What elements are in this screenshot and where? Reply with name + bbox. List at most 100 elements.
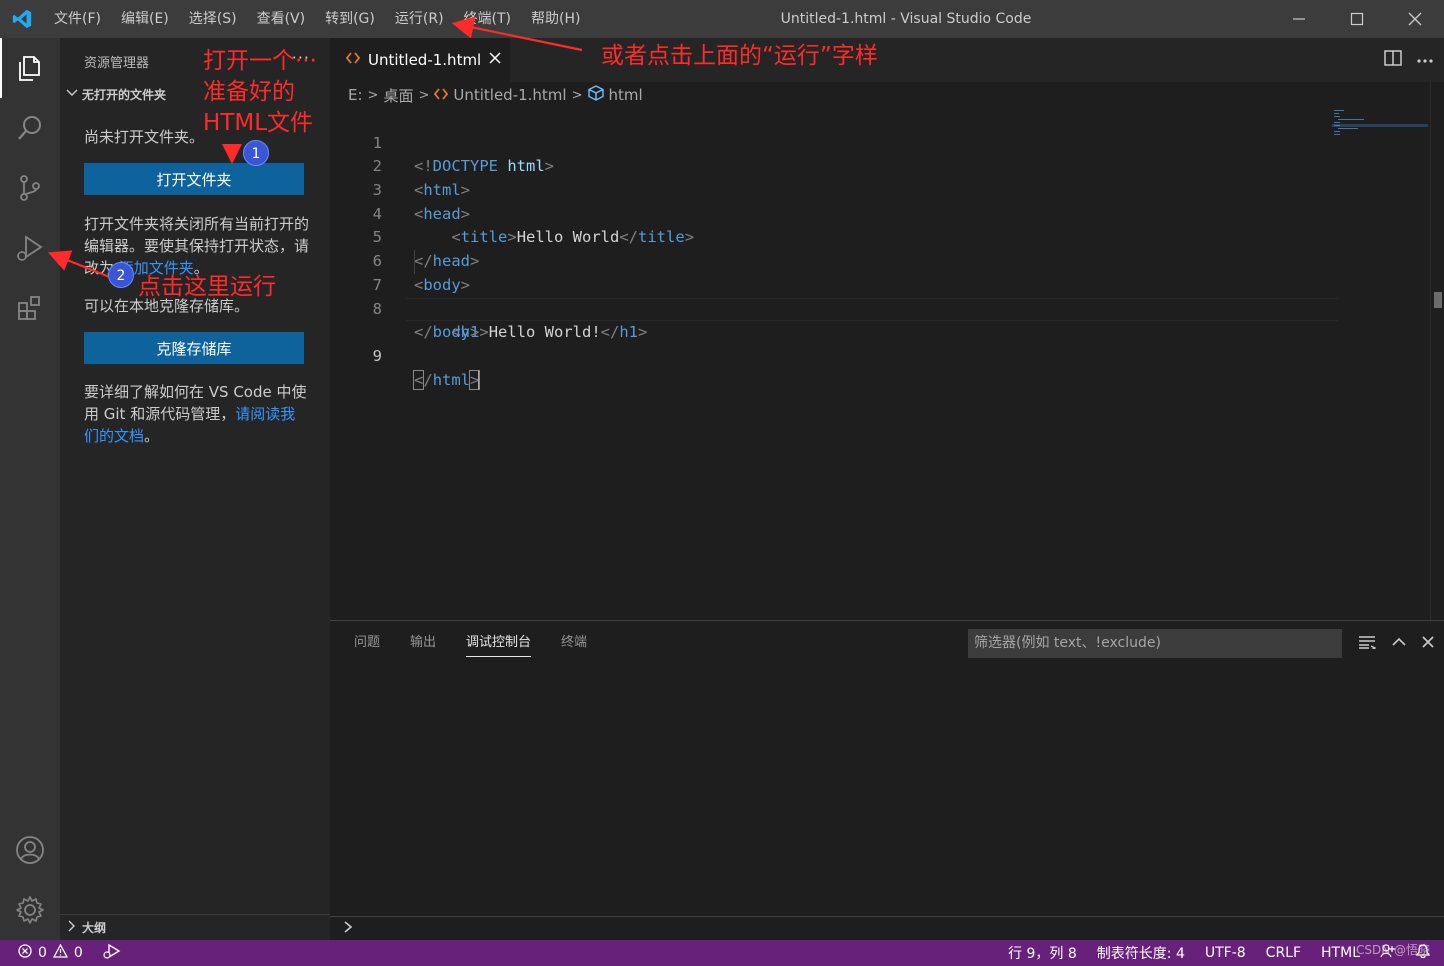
code-line: 1 <!DOCTYPE html> bbox=[330, 108, 1330, 176]
tab-output[interactable]: 输出 bbox=[410, 621, 436, 665]
editor-actions bbox=[1384, 38, 1434, 82]
bottom-panel: 问题 输出 调试控制台 终端 筛选器(例如 text、!exclude) bbox=[330, 620, 1444, 940]
menu-file[interactable]: 文件(F) bbox=[44, 0, 111, 38]
breadcrumb-folder[interactable]: 桌面 bbox=[383, 85, 413, 106]
tab-terminal[interactable]: 终端 bbox=[561, 621, 587, 665]
minimap[interactable] bbox=[1332, 108, 1428, 148]
text-cursor bbox=[478, 370, 481, 391]
outline-section-header[interactable]: 大纲 bbox=[60, 914, 330, 940]
menu-selection[interactable]: 选择(S) bbox=[179, 0, 247, 38]
code-line: 3 <head> bbox=[330, 155, 1330, 223]
menu-bar: 文件(F) 编辑(E) 选择(S) 查看(V) 转到(G) 运行(R) 终端(T… bbox=[44, 0, 590, 38]
menu-help[interactable]: 帮助(H) bbox=[521, 0, 590, 38]
annotation-open-line-3: HTML文件 bbox=[203, 110, 314, 136]
panel-actions bbox=[1358, 629, 1434, 658]
close-tab-icon[interactable] bbox=[489, 52, 501, 68]
scrollbar-thumb[interactable] bbox=[1434, 292, 1442, 308]
launch-debug-icon[interactable] bbox=[103, 943, 121, 963]
editor-scrollbar[interactable] bbox=[1430, 82, 1444, 620]
chevron-right-icon bbox=[342, 920, 354, 938]
warning-icon bbox=[52, 943, 69, 962]
split-editor-icon[interactable] bbox=[1384, 50, 1402, 70]
sidebar-title: 资源管理器 bbox=[84, 56, 150, 71]
account-icon[interactable] bbox=[0, 820, 60, 880]
chevron-right-icon bbox=[66, 920, 78, 935]
cursor-position[interactable]: 行 9，列 8 bbox=[1008, 943, 1077, 963]
panel-tabs: 问题 输出 调试控制台 终端 bbox=[354, 621, 587, 665]
line-number: 9 bbox=[372, 346, 382, 365]
maximize-button[interactable] bbox=[1328, 0, 1386, 38]
annotation-open-line-1: 打开一个··· bbox=[203, 48, 317, 74]
indent-guide bbox=[414, 250, 415, 274]
tab-label: Untitled-1.html bbox=[368, 51, 482, 69]
open-folder-button[interactable]: 打开文件夹 bbox=[84, 163, 304, 195]
code-text: </body> bbox=[414, 323, 480, 342]
breadcrumb-symbol[interactable]: html bbox=[609, 86, 643, 104]
section-header-label: 无打开的文件夹 bbox=[82, 88, 167, 102]
no-folder-section-header[interactable]: 无打开的文件夹 bbox=[66, 86, 166, 103]
clone-repository-button[interactable]: 克隆存储库 bbox=[84, 332, 304, 364]
language-mode[interactable]: HTML bbox=[1321, 945, 1360, 961]
menu-view[interactable]: 查看(V) bbox=[247, 0, 316, 38]
debug-console-input[interactable] bbox=[330, 916, 1444, 940]
annotation-run-here: 点击这里运行 bbox=[138, 274, 276, 300]
menu-go[interactable]: 转到(G) bbox=[315, 0, 385, 38]
menu-edit[interactable]: 编辑(E) bbox=[111, 0, 179, 38]
breadcrumb-drive[interactable]: E: bbox=[348, 86, 363, 104]
word-wrap-icon[interactable] bbox=[1358, 635, 1377, 653]
learn-more-end: 。 bbox=[144, 427, 160, 445]
close-window-button[interactable] bbox=[1386, 0, 1444, 38]
close-panel-icon[interactable] bbox=[1422, 635, 1434, 652]
window-controls bbox=[1270, 0, 1444, 38]
html-file-icon bbox=[434, 86, 449, 104]
more-actions-icon[interactable] bbox=[1416, 53, 1434, 68]
code-line: 2 <html> bbox=[330, 132, 1330, 199]
code-line: 7 <h1>Hello World!</h1> bbox=[330, 250, 1330, 341]
chevron-right-icon: > bbox=[418, 87, 430, 103]
explorer-icon[interactable] bbox=[0, 38, 60, 98]
menu-run[interactable]: 运行(R) bbox=[385, 0, 454, 38]
symbol-element-icon bbox=[587, 85, 604, 105]
annotation-open-line-2: 准备好的 bbox=[203, 79, 295, 105]
chevron-up-icon[interactable] bbox=[1392, 636, 1406, 651]
breadcrumb: E: > 桌面 > Untitled-1.html > html bbox=[348, 84, 643, 106]
html-file-icon bbox=[345, 52, 361, 68]
vscode-logo-icon bbox=[0, 0, 44, 38]
settings-gear-icon[interactable] bbox=[0, 880, 60, 940]
learn-more-text: 要详细了解如何在 VS Code 中使用 Git 和源代码管理，请阅读我们的文档… bbox=[84, 381, 310, 447]
extensions-icon[interactable] bbox=[0, 278, 60, 338]
title-bar: 文件(F) 编辑(E) 选择(S) 查看(V) 转到(G) 运行(R) 终端(T… bbox=[0, 0, 1444, 38]
minimize-button[interactable] bbox=[1270, 0, 1328, 38]
tab-problems[interactable]: 问题 bbox=[354, 621, 380, 665]
sidebar-explorer: 资源管理器 ··· 无打开的文件夹 尚未打开文件夹。 打开文件夹 打开文件夹将关… bbox=[60, 38, 330, 940]
activity-bar bbox=[0, 38, 60, 940]
code-line: 8 </body> bbox=[330, 274, 1330, 342]
step-badge-1: 1 bbox=[243, 140, 269, 166]
menu-terminal[interactable]: 终端(T) bbox=[454, 0, 521, 38]
error-icon bbox=[18, 944, 32, 962]
editor-tabs: Untitled-1.html bbox=[330, 38, 1444, 82]
watermark: CSDN @悟晓 bbox=[1355, 943, 1430, 957]
status-problems[interactable]: 0 0 bbox=[0, 943, 121, 963]
encoding[interactable]: UTF-8 bbox=[1205, 945, 1246, 961]
end-of-line[interactable]: CRLF bbox=[1266, 945, 1301, 961]
warning-count: 0 bbox=[73, 945, 83, 961]
code-line: 5 </head> bbox=[330, 203, 1330, 270]
source-control-icon[interactable] bbox=[0, 158, 60, 218]
current-line-highlight bbox=[406, 297, 1338, 322]
code-line-current: 9 </html> bbox=[330, 297, 1338, 391]
breadcrumb-file[interactable]: Untitled-1.html bbox=[453, 86, 566, 104]
tab-untitled-1[interactable]: Untitled-1.html bbox=[330, 38, 510, 82]
debug-console-filter-input[interactable]: 筛选器(例如 text、!exclude) bbox=[968, 629, 1342, 658]
editor-area: Untitled-1.html E: > 桌面 > Untitled-1.htm… bbox=[330, 38, 1444, 620]
run-debug-icon[interactable] bbox=[0, 218, 60, 278]
chevron-right-icon: > bbox=[571, 87, 583, 103]
chevron-down-icon bbox=[66, 87, 78, 102]
indentation[interactable]: 制表符长度: 4 bbox=[1097, 943, 1185, 963]
tab-debug-console[interactable]: 调试控制台 bbox=[466, 621, 532, 665]
search-icon[interactable] bbox=[0, 98, 60, 158]
error-count: 0 bbox=[38, 945, 47, 961]
chevron-right-icon: > bbox=[367, 87, 379, 103]
code-editor[interactable]: 1 <!DOCTYPE html> 2 <html> 3 <head> 4 <t… bbox=[330, 108, 1338, 391]
status-bar: 0 0 行 9，列 8 制表符长度: 4 UTF-8 CRLF HTML bbox=[0, 940, 1444, 966]
